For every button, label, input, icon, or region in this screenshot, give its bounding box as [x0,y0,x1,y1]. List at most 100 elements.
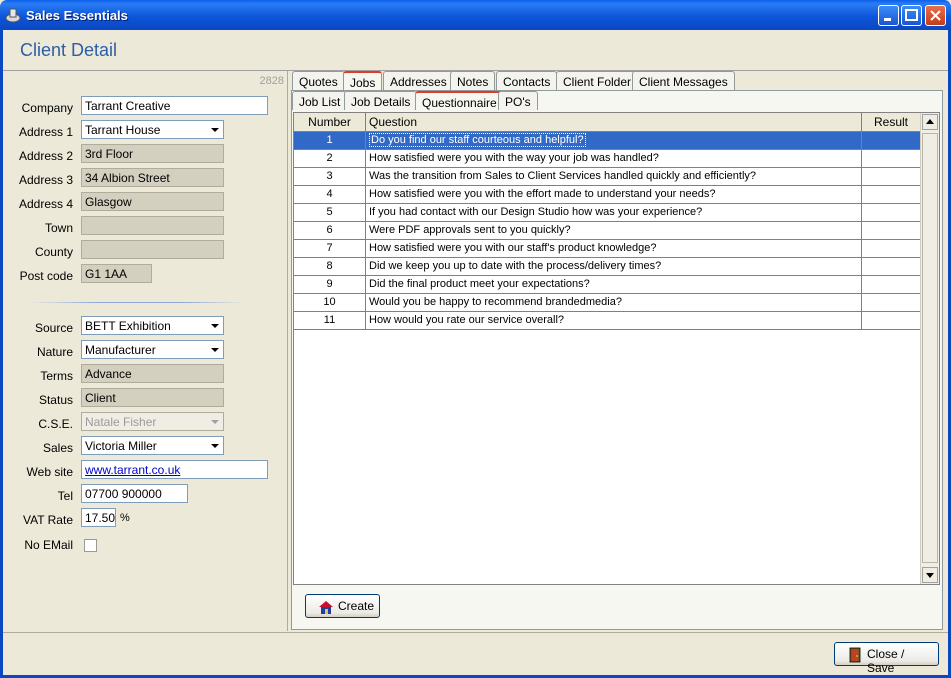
cell-result[interactable] [862,186,921,204]
cell-number[interactable]: 4 [294,186,366,204]
status-label: Status [38,393,73,407]
cell-question[interactable]: How satisfied were you with the effort m… [366,186,862,204]
address1-dropdown[interactable]: Tarrant House [81,120,224,139]
subtab-job-list[interactable]: Job List [292,91,348,110]
tab-addresses[interactable]: Addresses [383,71,454,90]
cell-number[interactable]: 1 [294,132,366,150]
chevron-down-icon[interactable] [207,438,222,453]
cell-question[interactable]: Do you find our staff courteous and help… [366,132,862,150]
status-field[interactable]: Client [81,388,224,407]
source-dropdown[interactable]: BETT Exhibition [81,316,224,335]
tab-client-folder[interactable]: Client Folder [556,71,639,90]
table-row[interactable]: 5 If you had contact with our Design Stud… [294,204,921,222]
cell-question[interactable]: Were PDF approvals sent to you quickly? [366,222,862,240]
cell-number[interactable]: 10 [294,294,366,312]
no-email-checkbox[interactable] [84,539,97,552]
cell-result[interactable] [862,150,921,168]
website-link[interactable]: www.tarrant.co.uk [85,463,180,477]
cell-result[interactable] [862,168,921,186]
exit-door-icon [849,647,861,663]
cell-result[interactable] [862,222,921,240]
cell-number[interactable]: 9 [294,276,366,294]
chevron-down-icon[interactable] [207,122,222,137]
subtab-questionnaire[interactable]: Questionnaire [415,91,504,110]
table-row[interactable]: 1 Do you find our staff courteous and hel… [294,132,921,150]
county-field[interactable] [81,240,224,259]
cell-result[interactable] [862,276,921,294]
column-header-result[interactable]: Result [862,113,921,131]
cell-result[interactable] [862,204,921,222]
cell-number[interactable]: 8 [294,258,366,276]
table-row[interactable]: 4 How satisfied were you with the effort … [294,186,921,204]
nature-dropdown[interactable]: Manufacturer [81,340,224,359]
app-icon [5,8,21,23]
subtab-job-details[interactable]: Job Details [344,91,418,110]
grid-scrollbar[interactable] [920,113,939,584]
terms-label: Terms [40,369,73,383]
cell-result[interactable] [862,312,921,330]
table-row[interactable]: 8 Did we keep you up to date with the pro… [294,258,921,276]
cell-question[interactable]: If you had contact with our Design Studi… [366,204,862,222]
cell-result[interactable] [862,258,921,276]
column-header-number[interactable]: Number [294,113,366,131]
section-divider [31,302,246,303]
tab-jobs[interactable]: Jobs [343,71,383,90]
cell-question[interactable]: Was the transition from Sales to Client … [366,168,862,186]
town-field[interactable] [81,216,224,235]
table-row[interactable]: 11 How would you rate our service overall… [294,312,921,330]
address2-field[interactable]: 3rd Floor [81,144,224,163]
client-info-panel: 2828 Company Tarrant Creative Address 1 … [3,71,288,631]
scroll-thumb[interactable] [922,133,938,563]
cell-number[interactable]: 7 [294,240,366,258]
cell-question[interactable]: Did we keep you up to date with the proc… [366,258,862,276]
cell-number[interactable]: 6 [294,222,366,240]
table-row[interactable]: 10 Would you be happy to recommend brande… [294,294,921,312]
address4-field[interactable]: Glasgow [81,192,224,211]
chevron-down-icon[interactable] [207,318,222,333]
minimize-button[interactable] [878,5,899,26]
cell-number[interactable]: 2 [294,150,366,168]
table-row[interactable]: 6 Were PDF approvals sent to you quickly? [294,222,921,240]
cell-number[interactable]: 3 [294,168,366,186]
create-button[interactable]: Create [305,594,380,618]
company-label: Company [21,101,73,115]
cell-number[interactable]: 5 [294,204,366,222]
table-row[interactable]: 3 Was the transition from Sales to Client… [294,168,921,186]
close-window-button[interactable] [925,5,946,26]
close-save-button-label: Close / Save [867,647,905,675]
sales-value: Victoria Miller [85,439,157,453]
tab-client-messages[interactable]: Client Messages [632,71,735,90]
cell-question[interactable]: How satisfied were you with our staff's … [366,240,862,258]
close-icon [930,10,941,21]
table-row[interactable]: 7 How satisfied were you with our staff's… [294,240,921,258]
company-field[interactable]: Tarrant Creative [81,96,268,115]
cell-question[interactable]: Did the final product meet your expectat… [366,276,862,294]
column-header-question[interactable]: Question [366,113,862,131]
tab-contacts[interactable]: Contacts [496,71,558,90]
postcode-field[interactable]: G1 1AA [81,264,152,283]
terms-field[interactable]: Advance [81,364,224,383]
table-row[interactable]: 2 How satisfied were you with the way you… [294,150,921,168]
address3-field[interactable]: 34 Albion Street [81,168,224,187]
website-field[interactable]: www.tarrant.co.uk [81,460,268,479]
vat-rate-field[interactable]: 17.50 [81,508,116,527]
close-save-button[interactable]: Close / Save [834,642,939,675]
tab-quotes[interactable]: Quotes [292,71,345,90]
table-row[interactable]: 9 Did the final product meet your expecta… [294,276,921,294]
cell-result[interactable] [862,294,921,312]
cell-result[interactable] [862,132,921,150]
tel-field[interactable]: 07700 900000 [81,484,188,503]
cell-result[interactable] [862,240,921,258]
maximize-button[interactable] [901,5,922,26]
subtab-pos[interactable]: PO's [498,91,538,110]
cell-number[interactable]: 11 [294,312,366,330]
cell-question[interactable]: How would you rate our service overall? [366,312,862,330]
tab-notes[interactable]: Notes [450,71,496,90]
chevron-down-icon[interactable] [207,342,222,357]
scroll-down-button[interactable] [922,567,938,583]
cell-question[interactable]: How satisfied were you with the way your… [366,150,862,168]
sales-dropdown[interactable]: Victoria Miller [81,436,224,455]
cell-question[interactable]: Would you be happy to recommend brandedm… [366,294,862,312]
scroll-up-button[interactable] [922,114,938,130]
nature-value: Manufacturer [85,343,156,357]
